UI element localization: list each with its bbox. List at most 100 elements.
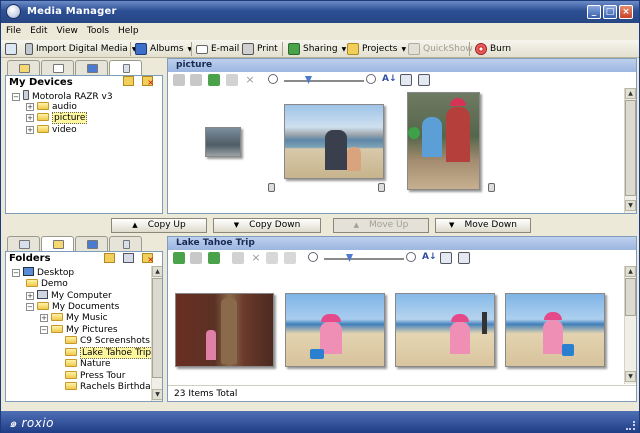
- tree-item-c9-screenshots[interactable]: C9 Screenshots: [12, 336, 156, 348]
- menu-file[interactable]: File: [1, 23, 25, 36]
- rotate-icon[interactable]: [266, 252, 278, 264]
- delete-folder-icon[interactable]: ×: [142, 76, 154, 87]
- collapse-icon[interactable]: −: [12, 93, 20, 101]
- up-folder-icon[interactable]: [208, 74, 220, 86]
- expand-icon[interactable]: +: [26, 114, 34, 122]
- tab-folders-bottom[interactable]: [41, 236, 74, 252]
- tree-item-my-computer[interactable]: + My Computer: [12, 290, 156, 302]
- title-bar[interactable]: Media Manager _ □ ×: [1, 1, 639, 23]
- menu-view[interactable]: View: [52, 23, 82, 36]
- sort-az-icon[interactable]: A↓: [422, 252, 437, 264]
- expand-icon[interactable]: +: [26, 292, 34, 300]
- projects-button[interactable]: Projects ▼: [347, 42, 406, 56]
- scroll-thumb[interactable]: [152, 278, 162, 378]
- thumbnail-view-icon[interactable]: [440, 252, 452, 264]
- scroll-thumb[interactable]: [625, 278, 636, 316]
- album-photo-thumbnail[interactable]: [395, 293, 495, 367]
- tree-item-device[interactable]: − Motorola RAZR v3: [12, 90, 113, 102]
- tree-item-my-documents[interactable]: − My Documents: [12, 301, 156, 314]
- tab-computer-top[interactable]: [75, 60, 108, 75]
- tab-devices-bottom[interactable]: [7, 236, 40, 251]
- scroll-down-arrow[interactable]: ▼: [625, 200, 636, 211]
- edit-icon[interactable]: [284, 252, 296, 264]
- tree-item-demo[interactable]: Demo: [12, 278, 156, 291]
- tree-item-video[interactable]: + video: [12, 124, 113, 137]
- album-view-scrollbar[interactable]: ▲ ▼: [624, 266, 636, 384]
- collapse-icon[interactable]: −: [26, 302, 34, 311]
- scroll-thumb[interactable]: [625, 100, 636, 196]
- forward-arrow-icon[interactable]: [190, 252, 202, 264]
- tab-folders-top[interactable]: [7, 60, 40, 75]
- zoom-in-icon[interactable]: [406, 252, 416, 262]
- scroll-up-arrow[interactable]: ▲: [625, 88, 636, 99]
- detail-view-icon[interactable]: [418, 74, 430, 86]
- albums-button[interactable]: Albums ▼: [135, 42, 192, 56]
- device-photo-thumbnail[interactable]: [284, 104, 384, 179]
- tree-item-nature[interactable]: Nature: [12, 359, 156, 371]
- monitor-button[interactable]: [5, 42, 20, 56]
- tree-item-press-tour[interactable]: Press Tour: [12, 370, 156, 383]
- delete-folder-icon[interactable]: ×: [142, 253, 154, 264]
- tree-item-picture[interactable]: + picture: [12, 112, 113, 125]
- menu-tools[interactable]: Tools: [82, 23, 113, 36]
- print-button[interactable]: Print: [242, 42, 278, 56]
- app-globe-icon[interactable]: [6, 4, 21, 19]
- delete-icon[interactable]: ×: [244, 74, 256, 86]
- album-photo-thumbnail[interactable]: [285, 293, 385, 367]
- scroll-up-arrow[interactable]: ▲: [625, 266, 636, 277]
- tab-phone-bottom[interactable]: [109, 236, 142, 251]
- sharing-button[interactable]: Sharing ▼: [288, 42, 346, 56]
- zoom-in-icon[interactable]: [366, 74, 376, 84]
- album-photo-thumbnail[interactable]: [505, 293, 605, 367]
- menu-edit[interactable]: Edit: [25, 23, 51, 36]
- copy-up-button[interactable]: ▲ Copy Up: [111, 218, 207, 233]
- zoom-out-icon[interactable]: [308, 252, 318, 262]
- display-icon[interactable]: [232, 252, 244, 264]
- burn-button[interactable]: Burn: [475, 42, 511, 56]
- scroll-down-arrow[interactable]: ▼: [152, 389, 162, 400]
- scroll-up-arrow[interactable]: ▲: [152, 266, 162, 277]
- device-view-scrollbar[interactable]: ▲ ▼: [624, 88, 636, 213]
- copy-down-button[interactable]: ▼ Copy Down: [213, 218, 321, 233]
- scroll-down-arrow[interactable]: ▼: [625, 371, 636, 382]
- folders-scrollbar[interactable]: ▲ ▼: [151, 266, 162, 401]
- collapse-icon[interactable]: −: [40, 325, 48, 334]
- thumbnail-view-icon[interactable]: [400, 74, 412, 86]
- quickshow-button[interactable]: QuickShow: [408, 42, 473, 56]
- move-up-button[interactable]: ▲ Move Up: [333, 218, 429, 233]
- tree-item-rachels-birthday[interactable]: Rachels Birthday: [12, 382, 156, 394]
- tab-devices-top[interactable]: [109, 60, 142, 76]
- expand-icon[interactable]: +: [26, 102, 34, 111]
- display-icon[interactable]: [226, 74, 238, 86]
- up-folder-icon[interactable]: [208, 252, 220, 264]
- delete-icon[interactable]: ×: [250, 252, 262, 264]
- move-down-button[interactable]: ▼ Move Down: [435, 218, 531, 233]
- zoom-slider[interactable]: [324, 258, 404, 260]
- import-digital-media-button[interactable]: Import Digital Media▼: [25, 42, 136, 56]
- zoom-slider[interactable]: [284, 80, 364, 82]
- resize-grip-icon[interactable]: [626, 421, 635, 430]
- forward-arrow-icon[interactable]: [190, 74, 202, 86]
- back-arrow-icon[interactable]: [173, 74, 185, 86]
- device-photo-thumbnail[interactable]: [205, 127, 241, 157]
- close-button[interactable]: ×: [619, 5, 633, 19]
- tab-computer-bottom[interactable]: [75, 236, 108, 251]
- expand-icon[interactable]: +: [40, 314, 48, 322]
- tab-albums-top[interactable]: [41, 60, 74, 75]
- new-folder-icon[interactable]: [123, 76, 134, 86]
- new-folder-icon[interactable]: [104, 253, 115, 263]
- maximize-button[interactable]: □: [603, 5, 617, 19]
- tree-item-my-pictures[interactable]: − My Pictures: [12, 324, 156, 337]
- zoom-out-icon[interactable]: [268, 74, 278, 84]
- email-button[interactable]: E-mail: [196, 42, 239, 56]
- tree-item-desktop[interactable]: − Desktop: [12, 267, 156, 279]
- minimize-button[interactable]: _: [587, 5, 601, 19]
- sort-az-icon[interactable]: A↓: [382, 74, 397, 86]
- back-arrow-icon[interactable]: [173, 252, 185, 264]
- folder-properties-icon[interactable]: [123, 253, 134, 263]
- album-photo-thumbnail[interactable]: [175, 293, 274, 367]
- collapse-icon[interactable]: −: [12, 269, 20, 277]
- detail-view-icon[interactable]: [458, 252, 470, 264]
- tree-item-lake-tahoe-trip[interactable]: Lake Tahoe Trip: [12, 346, 156, 360]
- menu-help[interactable]: Help: [113, 23, 143, 36]
